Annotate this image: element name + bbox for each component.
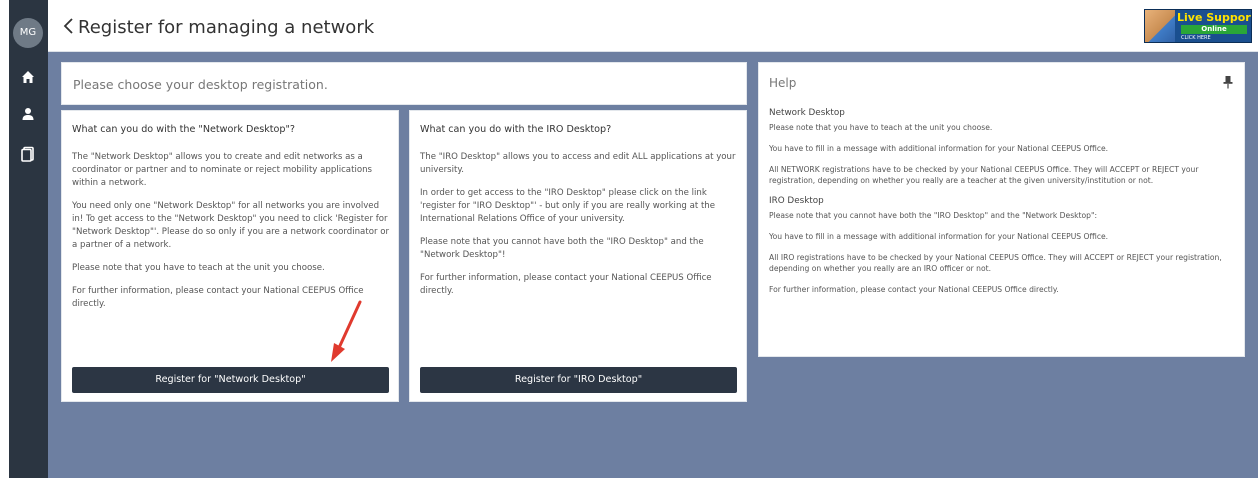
avatar[interactable]: MG [13,18,43,48]
choose-registration-panel: Please choose your desktop registration. [61,62,747,105]
main-content: Please choose your desktop registration.… [48,52,1258,478]
iro-card-body: The "IRO Desktop" allows you to access a… [420,151,738,308]
iro-card-heading: What can you do with the IRO Desktop? [420,124,612,135]
register-iro-desktop-button[interactable]: Register for "IRO Desktop" [420,367,737,393]
network-paragraph: Please note that you have to teach at th… [72,263,325,273]
help-title: Help [769,76,797,90]
page-title: Register for managing a network [78,17,375,38]
iro-desktop-card: What can you do with the IRO Desktop? Th… [409,110,747,402]
back-arrow-icon[interactable] [58,14,80,38]
help-body: Network Desktop Please note that you hav… [769,108,1237,305]
help-line: Please note that you have to teach at th… [769,123,993,132]
help-line: For further information, please contact … [769,285,1059,294]
help-network-heading: Network Desktop [769,108,845,118]
live-support-title: Live Support! [1177,11,1251,24]
network-card-body: The "Network Desktop" allows you to crea… [72,151,390,321]
live-support-click: CLICK HERE [1181,35,1211,41]
iro-paragraph: Please note that you cannot have both th… [420,237,704,260]
iro-paragraph: The "IRO Desktop" allows you to access a… [420,152,736,175]
help-panel: Help Network Desktop Please note that yo… [758,62,1245,357]
help-iro-heading: IRO Desktop [769,196,824,206]
pin-icon[interactable] [1222,74,1234,89]
help-line: All IRO registrations have to be checked… [769,253,1222,273]
help-line: All NETWORK registrations have to be che… [769,165,1199,185]
help-line: You have to fill in a message with addit… [769,144,1109,153]
network-paragraph: The "Network Desktop" allows you to crea… [72,152,373,188]
document-icon[interactable] [17,143,39,165]
live-support-banner[interactable]: Live Support! Online CLICK HERE [1144,9,1252,43]
top-bar: Register for managing a network Live Sup… [48,0,1258,52]
user-icon[interactable] [17,103,39,125]
support-agent-image [1145,10,1175,42]
network-paragraph: For further information, please contact … [72,286,364,309]
iro-paragraph: For further information, please contact … [420,273,712,296]
network-card-heading: What can you do with the "Network Deskto… [72,124,296,135]
iro-paragraph: In order to get access to the "IRO Deskt… [420,188,716,224]
left-edge [0,0,9,478]
network-desktop-card: What can you do with the "Network Deskto… [61,110,399,402]
home-icon[interactable] [17,66,39,88]
live-support-status: Online [1181,25,1247,34]
help-line: Please note that you cannot have both th… [769,211,1098,220]
choose-registration-title: Please choose your desktop registration. [73,77,328,92]
help-line: You have to fill in a message with addit… [769,232,1109,241]
register-network-desktop-button[interactable]: Register for "Network Desktop" [72,367,389,393]
network-paragraph: You need only one "Network Desktop" for … [72,201,390,250]
sidebar: MG [9,0,48,478]
